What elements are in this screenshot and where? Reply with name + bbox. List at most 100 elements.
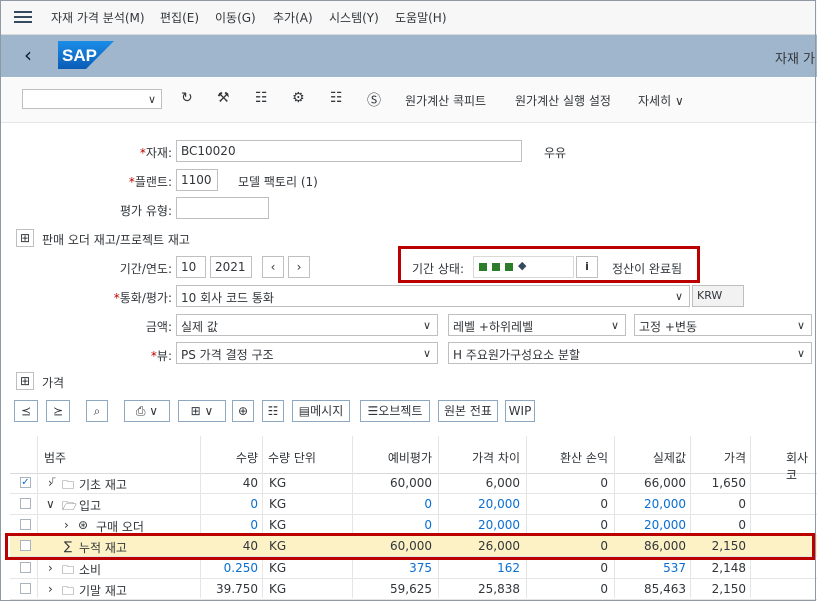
expand-section-icon[interactable]: ⊞ [16, 372, 34, 390]
costing-cockpit-button[interactable]: 원가계산 콕피트 [405, 92, 486, 109]
money-bag-icon[interactable]: Ⓢ [367, 90, 381, 110]
col-preliminary[interactable]: 예비평가 [360, 449, 432, 466]
row-price-difference[interactable]: 20,000 [448, 518, 520, 532]
object-label: 오브젝트 [378, 404, 423, 418]
table-row[interactable]: › 🗀 소비 0.250 KG 375 162 0 537 2,148 [10, 558, 817, 579]
row-checkbox[interactable] [20, 519, 31, 530]
row-quantity[interactable]: 0 [200, 518, 258, 532]
expand-all-icon[interactable]: ⪰ [46, 400, 70, 422]
row-checkbox[interactable] [20, 583, 31, 594]
status-diamond-icon: ◆ [518, 259, 527, 272]
hierarchy-icon[interactable]: ☷ [255, 90, 268, 106]
zoom-icon[interactable]: ⊕ [232, 400, 254, 422]
col-price[interactable]: 가격 [696, 449, 746, 466]
plant-input[interactable]: 1100 [176, 169, 218, 191]
view-select[interactable]: PS 가격 결정 구조 ∨ [176, 342, 438, 364]
row-price: 2,150 [711, 582, 746, 596]
row-price-difference[interactable]: 162 [448, 561, 520, 575]
row-preliminary[interactable]: 375 [360, 561, 432, 575]
col-quantity[interactable]: 수량 [200, 449, 258, 466]
row-actual[interactable]: 20,000 [614, 497, 686, 511]
row-unit: KG [269, 476, 287, 490]
menu-system[interactable]: 시스템(Y) [329, 9, 379, 26]
period-year-label: 기간/연도: [119, 262, 172, 276]
menu-help[interactable]: 도움말(H) [395, 9, 447, 26]
col-category[interactable]: 범주 [44, 449, 66, 466]
row-actual: 66,000 [644, 476, 686, 490]
expand-icon[interactable]: › [48, 582, 53, 596]
row-preliminary[interactable]: 0 [360, 518, 432, 532]
source-document-button[interactable]: 원본 전표 [438, 400, 498, 422]
costing-run-settings-button[interactable]: 원가계산 실행 설정 [515, 92, 611, 109]
hamburger-menu-icon[interactable] [14, 9, 32, 25]
print-icon[interactable]: ⎙ ∨ [124, 400, 170, 422]
calculator-icon[interactable]: ☷ [330, 90, 343, 106]
expand-icon[interactable]: › [64, 518, 69, 532]
folder-icon: 🗀 [62, 584, 75, 598]
expand-icon[interactable]: › [48, 561, 53, 575]
purchase-order-icon: ⊛ [78, 518, 89, 532]
chevron-down-icon: ∨ [422, 347, 431, 360]
row-price: 1,650 [711, 476, 746, 490]
info-icon[interactable]: i [576, 256, 598, 278]
layout-icon[interactable]: ⊞ ∨ [178, 400, 226, 422]
row-quantity[interactable]: 0 [200, 497, 258, 511]
level-select[interactable]: 레벨 +하위레벨 ∨ [448, 314, 626, 336]
expand-icon[interactable]: › [48, 476, 53, 490]
row-checkbox[interactable]: ✓ [20, 477, 31, 488]
next-period-button[interactable]: › [288, 256, 310, 278]
wip-button[interactable]: WIP [505, 400, 535, 422]
message-button[interactable]: ▤메시지 [292, 400, 350, 422]
expand-section-icon[interactable]: ⊞ [16, 229, 34, 247]
amount-select[interactable]: 실제 값 ∨ [176, 314, 438, 336]
row-checkbox[interactable] [20, 562, 31, 573]
sales-order-stock-section[interactable]: 판매 오더 재고/프로젝트 재고 [42, 231, 190, 248]
collapse-all-icon[interactable]: ⪯ [14, 400, 38, 422]
menu-goto[interactable]: 이동(G) [215, 9, 256, 26]
row-actual[interactable]: 20,000 [614, 518, 686, 532]
more-button[interactable]: 자세히 ∨ [638, 92, 684, 109]
chevron-down-icon: ∨ [147, 93, 156, 106]
sap-logo: SAP [58, 41, 114, 69]
col-actual[interactable]: 실제값 [614, 449, 686, 466]
refresh-icon[interactable]: ↻ [181, 90, 193, 106]
hierarchy-icon[interactable]: ☷ [262, 400, 284, 422]
table-row[interactable]: › 🗀 기말 재고 39.750 KG 59,625 25,838 0 85,4… [10, 579, 817, 600]
svg-text:SAP: SAP [62, 46, 97, 65]
year-input[interactable]: 2021 [210, 256, 252, 278]
row-quantity[interactable]: 0.250 [200, 561, 258, 575]
command-field[interactable]: ∨ [22, 89, 162, 109]
prices-section[interactable]: 가격 [42, 374, 64, 391]
collapse-icon[interactable]: ∨ [46, 497, 55, 511]
level-value: 레벨 +하위레벨 [453, 320, 534, 334]
search-icon[interactable]: ⌕ [86, 400, 108, 422]
table-row[interactable]: ∨ 🗁 입고 0 KG 0 20,000 0 20,000 0 [10, 494, 817, 515]
period-input[interactable]: 10 [176, 256, 206, 278]
col-unit[interactable]: 수량 단위 [268, 449, 316, 466]
menu-material-price-analysis[interactable]: 자재 가격 분석(M) [51, 9, 145, 26]
menu-extras[interactable]: 추가(A) [273, 9, 313, 26]
back-icon[interactable]: ‹ [24, 43, 32, 67]
row-checkbox[interactable] [20, 498, 31, 509]
row-price: 2,148 [711, 561, 746, 575]
cost-component-select[interactable]: H 주요원가구성요소 분할 ∨ [448, 342, 812, 364]
row-price: 0 [738, 497, 746, 511]
previous-period-button[interactable]: ‹ [262, 256, 284, 278]
valuation-type-input[interactable] [176, 197, 269, 219]
currency-select[interactable]: 10 회사 코드 통화 ∨ [176, 285, 690, 307]
menu-edit[interactable]: 편집(E) [160, 9, 199, 26]
cost-settings-icon[interactable]: ⚙ [292, 90, 305, 106]
material-input[interactable]: BC10020 [176, 140, 522, 162]
col-exchange[interactable]: 환산 손익 [536, 449, 608, 466]
object-button[interactable]: ☰오브젝트 [360, 400, 430, 422]
chevron-down-icon: ∨ [674, 290, 683, 303]
tools-icon[interactable]: ⚒ [217, 90, 230, 106]
fixed-variable-select[interactable]: 고정 +변동 ∨ [634, 314, 812, 336]
row-category: 소비 [79, 563, 102, 577]
cost-component-value: H 주요원가구성요소 분할 [453, 348, 581, 362]
col-price-difference[interactable]: 가격 차이 [448, 449, 520, 466]
row-actual[interactable]: 537 [614, 561, 686, 575]
row-preliminary[interactable]: 0 [360, 497, 432, 511]
table-row[interactable]: ✓ ┌ › 🗀 기초 재고 40 KG 60,000 6,000 0 66,00… [10, 473, 817, 494]
row-price-difference[interactable]: 20,000 [448, 497, 520, 511]
